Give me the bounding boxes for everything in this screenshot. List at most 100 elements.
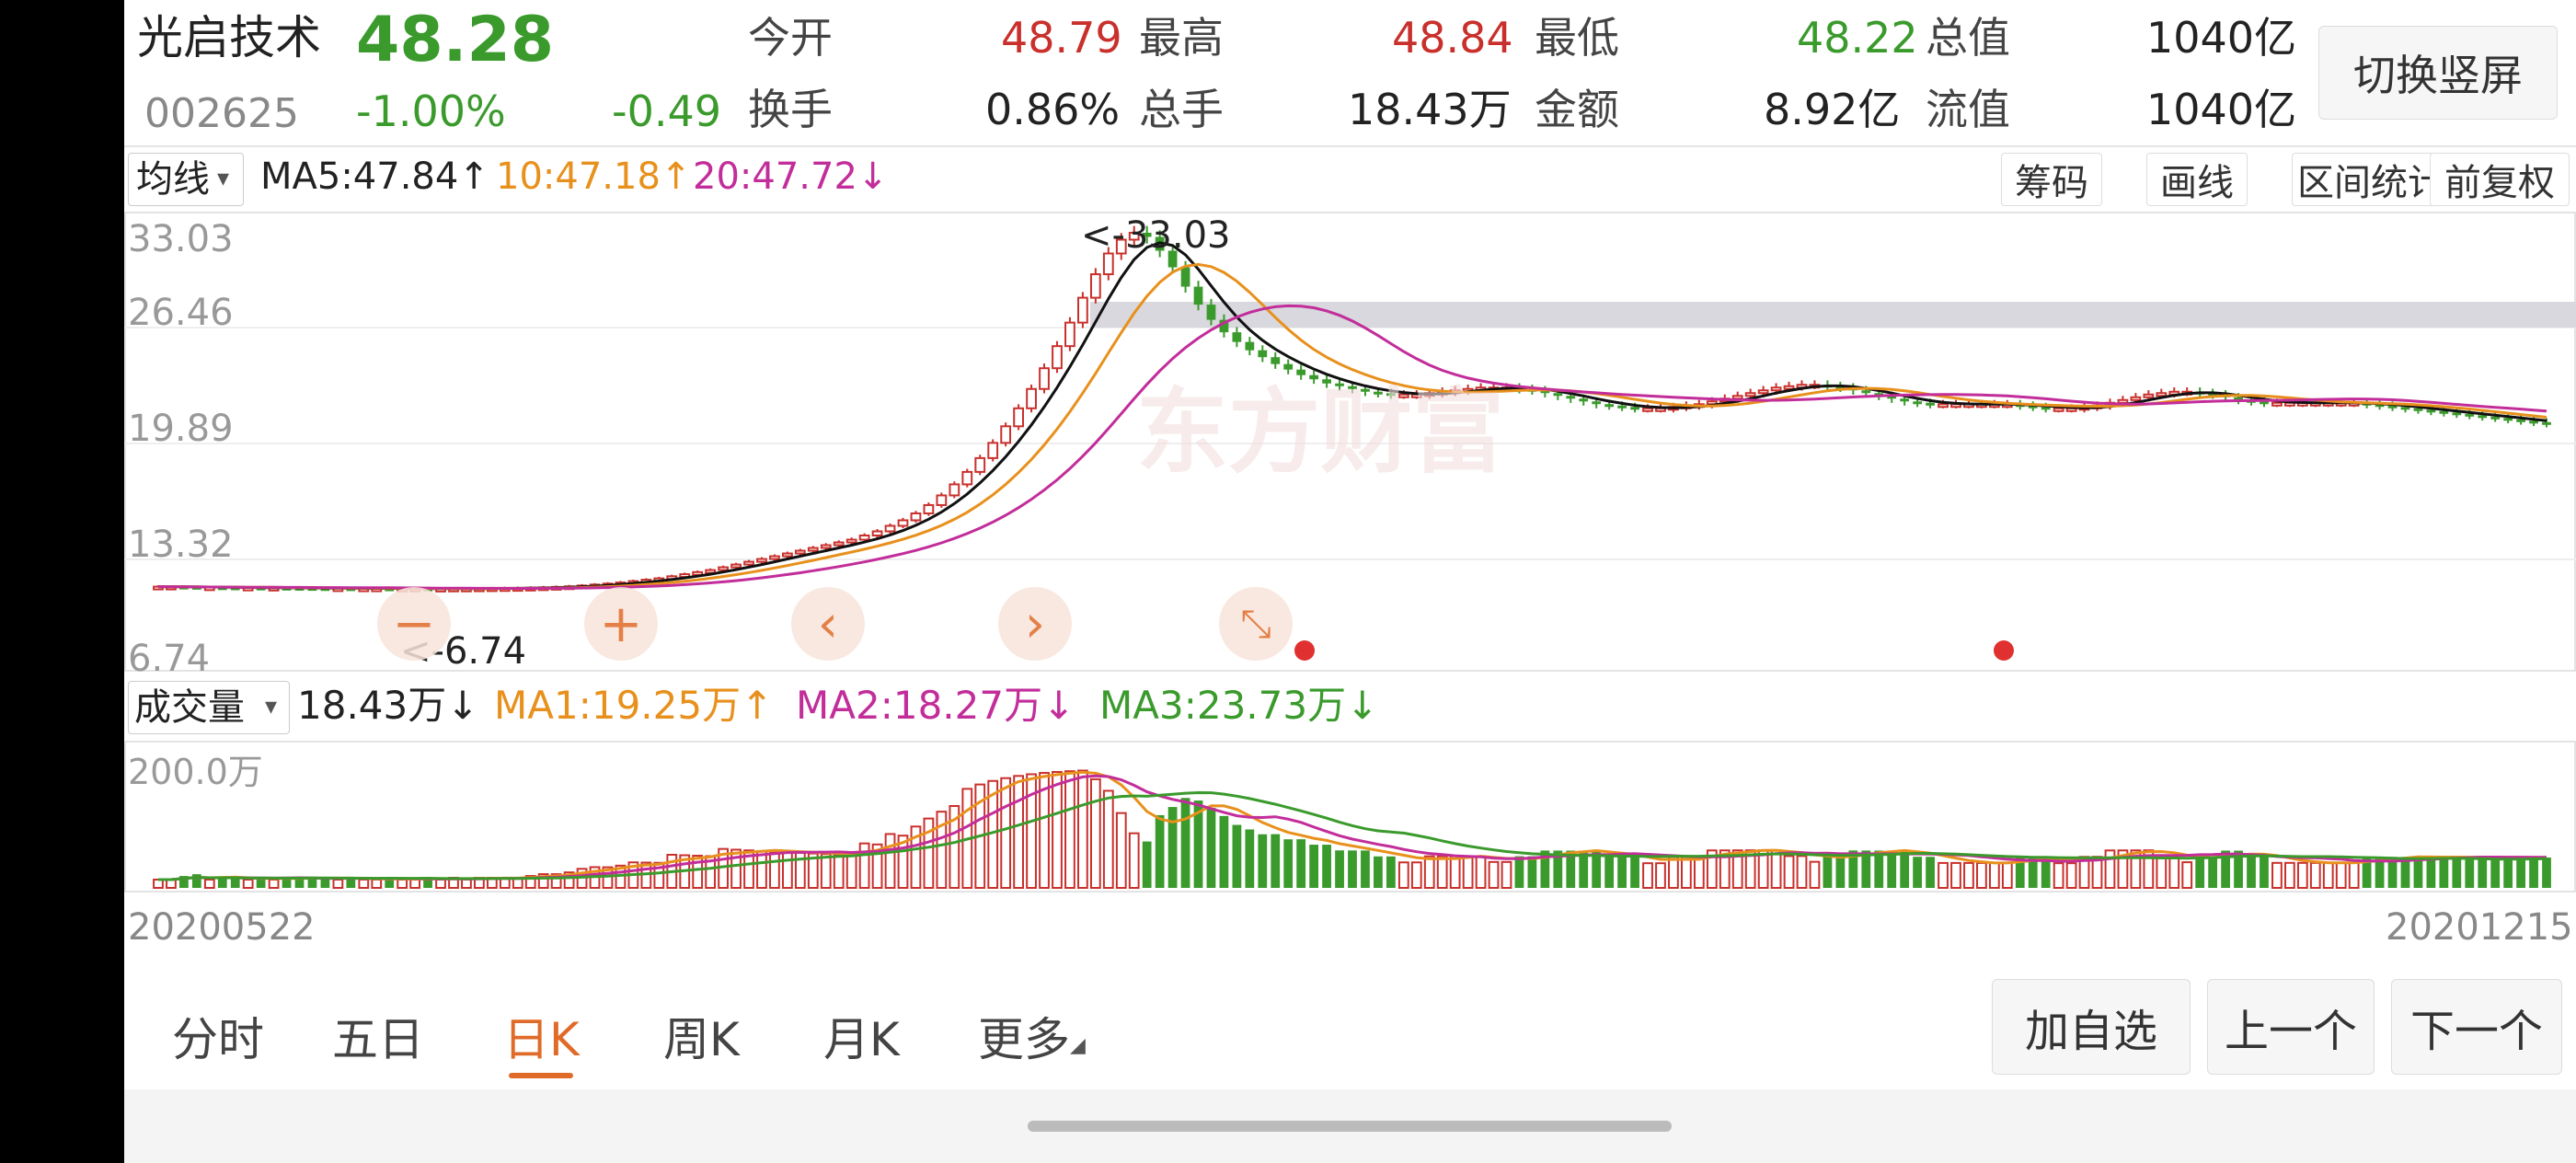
home-indicator[interactable]	[1028, 1121, 1672, 1132]
volume-bar	[1681, 856, 1692, 889]
volume-bar	[1374, 856, 1383, 888]
candle-body	[1913, 401, 1923, 405]
volume-bar	[2195, 856, 2205, 888]
candle-body	[1296, 369, 1306, 375]
volume-bar	[1309, 845, 1319, 888]
zoom-out-button[interactable]: −	[377, 587, 451, 661]
candle-body	[1783, 385, 1795, 390]
start-date: 20200522	[128, 906, 316, 949]
chips-button[interactable]: 筹码	[2001, 153, 2102, 206]
volume-bar	[1488, 860, 1500, 890]
volume-bar	[1938, 861, 1949, 890]
previous-button[interactable]: 上一个	[2207, 979, 2375, 1075]
candle-body	[794, 549, 806, 555]
stat-value: 48.84	[1392, 13, 1513, 63]
scroll-right-button[interactable]: ›	[998, 587, 1072, 661]
collapse-button[interactable]: ⤡	[1219, 587, 1293, 661]
candle-body	[974, 456, 986, 473]
volume-selector[interactable]: 成交量 ▾	[128, 681, 290, 734]
tab-intraday[interactable]: 分时	[172, 1003, 264, 1069]
volume-bar	[1115, 812, 1127, 889]
dropdown-icon: ▾	[265, 693, 278, 720]
candle-body	[1039, 367, 1050, 390]
candle-body	[2156, 392, 2168, 397]
candle-body	[923, 503, 935, 514]
volume-bar	[217, 878, 227, 888]
candle-body	[871, 530, 883, 537]
stat-label: 总值	[1926, 13, 2010, 63]
tab-monthly-k[interactable]: 月K	[823, 1003, 900, 1069]
volume-bar	[1423, 855, 1435, 889]
tab-five-day[interactable]: 五日	[332, 1003, 424, 1069]
tab-weekly-k[interactable]: 周K	[663, 1003, 740, 1069]
more-corner-icon: ◢	[1070, 1034, 1086, 1057]
candle-body	[961, 470, 973, 486]
volume-bar	[2426, 857, 2436, 888]
stat-value: 8.92亿	[1764, 85, 1901, 134]
price-axis-label: 13.32	[128, 524, 234, 566]
volume-bar	[884, 833, 896, 889]
volume-bar	[1386, 856, 1396, 888]
stat-value: 1040亿	[2146, 13, 2297, 63]
change-value: -0.49	[612, 86, 722, 136]
scroll-left-button[interactable]: ‹	[791, 587, 865, 661]
price-axis-label: 19.89	[128, 408, 234, 450]
volume-bar	[1436, 855, 1448, 889]
candle-body	[1617, 405, 1627, 409]
candle-body	[2529, 420, 2538, 424]
candle-body	[1064, 321, 1075, 348]
volume-bar	[2335, 861, 2347, 890]
candle-body	[1258, 350, 1268, 358]
volume-bar	[2322, 861, 2334, 890]
forward-adjust-button[interactable]: 前复权	[2430, 153, 2570, 206]
volume-bar	[858, 842, 870, 889]
volume-chart[interactable]	[124, 741, 2576, 892]
candle-body	[781, 552, 793, 558]
candle-body	[1180, 267, 1190, 287]
candle-body	[858, 535, 870, 541]
event-dot[interactable]	[1994, 640, 2014, 661]
volume-bar	[268, 879, 280, 889]
volume-bar	[781, 851, 793, 890]
candle-body	[2503, 418, 2513, 421]
volume-bar	[1887, 850, 1897, 888]
volume-bar	[2260, 857, 2269, 888]
volume-bar	[2478, 857, 2488, 888]
candle-body	[897, 519, 909, 527]
stat-label: 最低	[1535, 13, 1619, 63]
volume-bar	[1449, 855, 1461, 889]
candle-body	[2465, 413, 2475, 417]
plus-icon: +	[599, 593, 643, 654]
volume-bar	[2001, 861, 2013, 890]
volume-bar	[1462, 855, 1474, 889]
volume-bar	[1283, 839, 1294, 888]
volume-bar	[1770, 849, 1782, 889]
stat-value: 18.43万	[1348, 85, 1512, 134]
candle-body	[1026, 387, 1037, 409]
tab-daily-k[interactable]: 日K	[503, 1003, 580, 1069]
ma-selector[interactable]: 均线 ▾	[128, 153, 244, 206]
volume-bar	[2271, 861, 2283, 890]
volume-bar	[1142, 841, 1152, 888]
range-stats-button[interactable]: 区间统计	[2292, 153, 2450, 206]
candle-body	[743, 560, 754, 566]
chevron-left-icon: ‹	[817, 593, 839, 654]
volume-bar	[833, 853, 845, 889]
next-button[interactable]: 下一个	[2391, 979, 2562, 1075]
draw-line-button[interactable]: 画线	[2146, 153, 2248, 206]
tab-more[interactable]: 更多	[978, 1003, 1070, 1069]
candle-body	[2439, 410, 2449, 414]
volume-bar	[1501, 860, 1512, 890]
event-dot[interactable]	[1294, 640, 1315, 661]
candle-body	[1245, 341, 1255, 351]
vol-ma3: MA3:23.73万↓	[1099, 683, 1379, 728]
candle-body	[2117, 398, 2129, 404]
add-watchlist-button[interactable]: 加自选	[1992, 979, 2191, 1075]
volume-bar	[1835, 856, 1846, 888]
candle-body	[1013, 407, 1024, 428]
candle-body	[1283, 363, 1294, 370]
volume-bar	[1809, 860, 1821, 889]
zoom-in-button[interactable]: +	[584, 587, 658, 661]
candle-body	[1900, 398, 1910, 402]
switch-portrait-button[interactable]: 切换竖屏	[2318, 26, 2558, 120]
